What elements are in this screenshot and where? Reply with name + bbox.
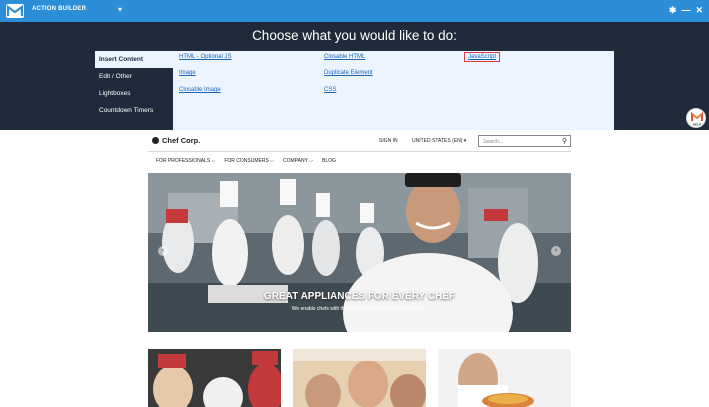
nav-item-company[interactable]: COMPANY ⌵ [283,158,313,164]
feature-tile-image[interactable] [293,349,426,407]
brand-logo-icon [152,137,159,144]
link-css[interactable]: CSS [324,87,336,93]
hero-next-arrow[interactable]: › [551,246,561,256]
action-panel: Choose what you would like to do: Insert… [0,22,709,152]
search-icon[interactable]: ⚲ [562,137,567,145]
pin-icon[interactable]: ✱ [669,4,677,16]
close-icon[interactable]: ✕ [695,4,703,16]
hero-subtitle: We enable chefs with the best tools to p… [291,306,428,312]
help-label: HELP [693,123,701,127]
minimize-icon[interactable]: — [681,4,690,16]
menu-item-countdown-timers[interactable]: Countdown Timers [95,102,173,119]
site-nav: FOR PROFESSIONALS ⌵ FOR CONSUMERS ⌵ COMP… [156,158,336,164]
help-icon: HELP [691,111,703,127]
locale-selector[interactable]: UNITED STATES (EN) ▾ [412,138,466,144]
action-builder-bar: ACTION BUILDER ▾ ✱ — ✕ [0,0,709,22]
panel-heading: Choose what you would like to do: [252,28,457,43]
link-html-optional-js[interactable]: HTML - Optional JS [179,54,231,60]
site-header: Chef Corp. SIGN IN UNITED STATES (EN) ▾ … [148,130,571,152]
link-javascript[interactable]: JavaScript [464,52,501,62]
window-controls: ✱ — ✕ [669,4,703,16]
nav-item-consumers[interactable]: FOR CONSUMERS ⌵ [224,158,274,164]
feature-tiles [148,349,571,407]
brand-name: Chef Corp. [162,136,201,145]
brand-logo[interactable]: Chef Corp. [152,136,200,145]
sign-in-link[interactable]: SIGN IN [379,138,398,144]
link-closable-image[interactable]: Closable Image [179,87,221,93]
menu-item-lightboxes[interactable]: Lightboxes [95,85,173,102]
search-input[interactable]: Search... ⚲ [478,135,571,147]
menu-item-insert-content[interactable]: Insert Content [95,51,173,68]
menu-item-edit-other[interactable]: Edit / Other [95,68,173,85]
panel-menu: Insert Content Edit / Other Lightboxes C… [95,51,173,119]
nav-item-blog[interactable]: BLOG [322,158,336,164]
hero-title: GREAT APPLIANCES FOR EVERY CHEF [263,291,456,302]
nav-item-professionals[interactable]: FOR PROFESSIONALS ⌵ [156,158,215,164]
chevron-down-icon[interactable]: ▾ [118,5,122,14]
link-duplicate-element[interactable]: Duplicate Element [324,70,373,76]
page: ACTION BUILDER ▾ ✱ — ✕ Choose what you w… [0,0,709,407]
help-button[interactable]: HELP [686,108,706,128]
hero-prev-arrow[interactable]: ‹ [158,246,168,256]
app-title: ACTION BUILDER [32,6,87,12]
search-placeholder: Search... [483,139,504,145]
link-image[interactable]: Image [179,70,196,76]
feature-tile-image[interactable] [148,349,281,407]
link-closable-html[interactable]: Closable HTML [324,54,365,60]
hero-banner: ‹ › GREAT APPLIANCES FOR EVERY CHEF We e… [148,173,571,332]
feature-tile-image[interactable] [438,349,571,407]
app-logo-icon [6,4,24,18]
website-preview: Chef Corp. SIGN IN UNITED STATES (EN) ▾ … [0,130,709,407]
